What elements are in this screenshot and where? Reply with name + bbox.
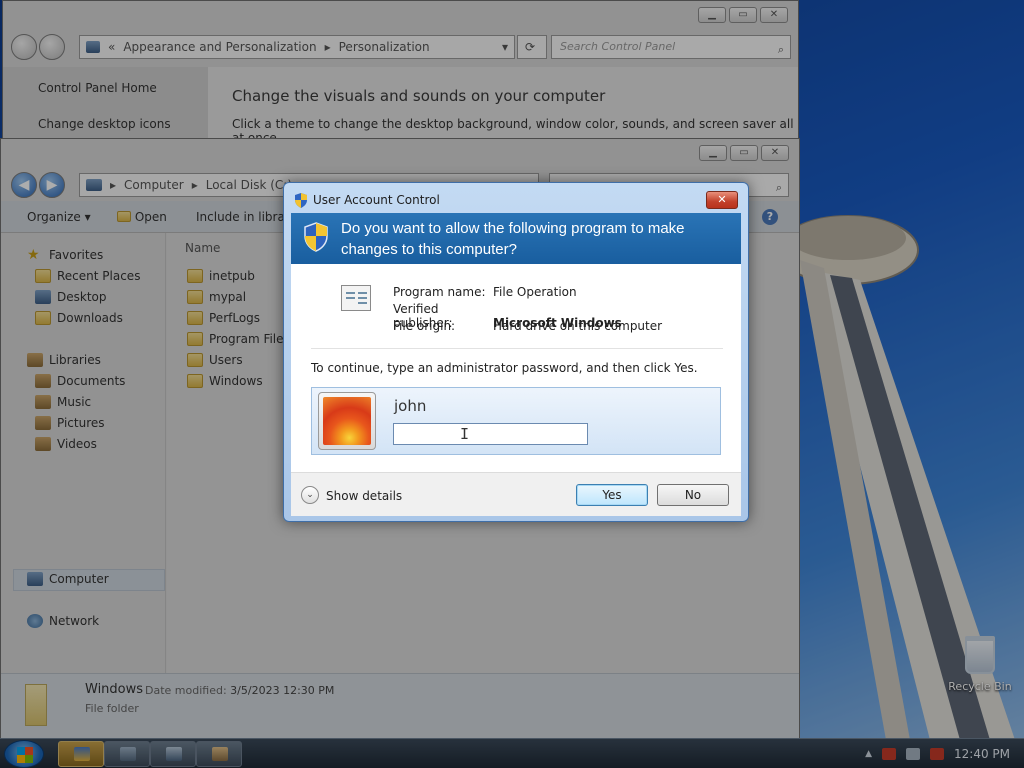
uac-shield-icon: [295, 193, 307, 208]
program-name-value: File Operation: [493, 285, 577, 299]
uac-instruction: To continue, type an administrator passw…: [311, 361, 698, 375]
uac-question: Do you want to allow the following progr…: [341, 220, 685, 258]
no-button[interactable]: No: [657, 484, 729, 506]
divider: [311, 348, 723, 349]
program-name-row: Program name: File Operation: [393, 285, 577, 299]
password-input[interactable]: [393, 423, 588, 445]
uac-shield-icon: [304, 222, 328, 252]
text-cursor-icon: I: [460, 425, 470, 443]
origin-value: Hard drive on this computer: [493, 319, 663, 333]
program-icon: [341, 285, 371, 311]
user-avatar: [318, 392, 376, 450]
program-name-label: Program name:: [393, 285, 486, 299]
username-label: john: [394, 397, 427, 415]
uac-dialog[interactable]: User Account Control ✕ Do you want to al…: [283, 182, 749, 522]
uac-footer: ⌄ Show details Yes No: [291, 472, 741, 516]
yes-button[interactable]: Yes: [576, 484, 648, 506]
origin-label: File origin:: [393, 319, 456, 333]
flower-avatar-image: [323, 397, 371, 445]
close-button[interactable]: ✕: [706, 191, 738, 209]
uac-banner: Do you want to allow the following progr…: [291, 213, 741, 264]
origin-row: File origin: Hard drive on this computer: [393, 319, 662, 333]
uac-body: Program name: File Operation Verified pub…: [291, 264, 741, 472]
chevron-down-icon[interactable]: ⌄: [301, 486, 319, 504]
show-details-link[interactable]: Show details: [326, 489, 402, 503]
credential-tile[interactable]: john I: [311, 387, 721, 455]
dialog-title: User Account Control: [313, 193, 440, 207]
